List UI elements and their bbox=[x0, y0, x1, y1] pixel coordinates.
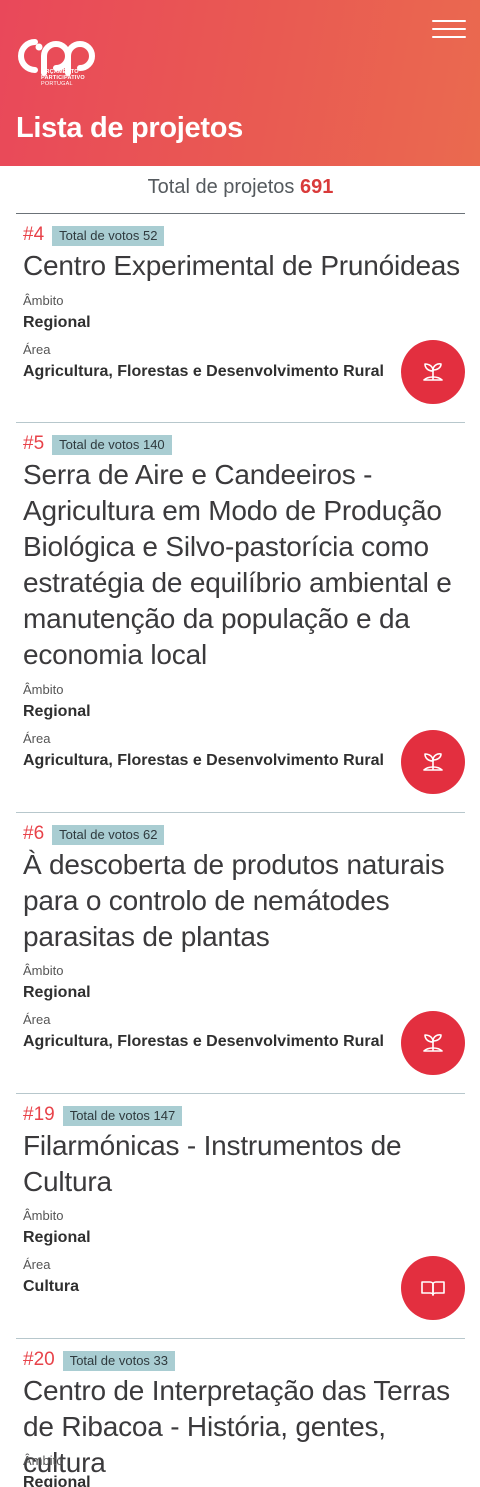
area-label: Área bbox=[23, 1012, 51, 1027]
project-title-line: estratégia de equilíbrio ambiental e bbox=[23, 567, 452, 598]
logo-line-3: PORTUGAL bbox=[41, 81, 73, 87]
page-title: Lista de projetos bbox=[16, 112, 243, 144]
area-sprout-button[interactable] bbox=[401, 1011, 465, 1075]
sprout-icon bbox=[423, 753, 443, 771]
ambito-value: Regional bbox=[23, 1474, 91, 1487]
ambito-label: Âmbito bbox=[23, 293, 64, 308]
project-title-line: de Ribacoa - História, gentes, cultura bbox=[23, 1411, 386, 1478]
area-value: Agricultura, Florestas e Desenvolvimento… bbox=[23, 363, 384, 380]
ambito-value: Regional bbox=[23, 703, 91, 720]
total-projects-label: Total de projetos bbox=[147, 176, 295, 198]
area-label: Área bbox=[23, 1257, 51, 1272]
project-title[interactable]: À descoberta de produtos naturais para o… bbox=[23, 847, 463, 955]
ambito-value: Regional bbox=[23, 314, 91, 331]
area-value: Agricultura, Florestas e Desenvolvimento… bbox=[23, 752, 384, 769]
project-title-line: Centro de Interpretação das Terras bbox=[23, 1375, 450, 1406]
project-title-line: manutenção da população e da bbox=[23, 603, 410, 634]
project-title[interactable]: Serra de Aire e Candeeiros - Agricultura… bbox=[23, 457, 463, 673]
area-label: Área bbox=[23, 342, 51, 357]
project-title[interactable]: Centro Experimental de Prunóideas bbox=[23, 248, 463, 284]
ambito-label: Âmbito bbox=[23, 963, 64, 978]
project-id: #4 bbox=[23, 224, 45, 245]
votes-badge: Total de votos 62 bbox=[52, 825, 165, 845]
ambito-label: Âmbito bbox=[23, 1208, 64, 1223]
project-card[interactable]: #20 Total de votos 33 Centro de Interpret… bbox=[16, 1339, 465, 1487]
project-card[interactable]: #19 Total de votos 147 Filarmónicas - Ins… bbox=[16, 1094, 465, 1339]
votes-badge: Total de votos 33 bbox=[62, 1351, 175, 1371]
project-title-line: Centro Experimental de Prunóideas bbox=[23, 250, 460, 281]
sprout-icon bbox=[423, 1034, 443, 1052]
total-projects: Total de projetos 691 bbox=[16, 170, 465, 214]
project-id: #20 bbox=[23, 1349, 55, 1370]
project-id: #6 bbox=[23, 823, 45, 844]
book-icon bbox=[421, 1281, 445, 1296]
project-card[interactable]: #4 Total de votos 52 Centro Experimental … bbox=[16, 214, 465, 423]
votes-badge: Total de votos 147 bbox=[62, 1106, 183, 1126]
area-value: Agricultura, Florestas e Desenvolvimento… bbox=[23, 1033, 384, 1050]
project-title-line: À descoberta de produtos naturais bbox=[23, 849, 445, 880]
ambito-label: Âmbito bbox=[23, 682, 64, 697]
logo-wordmark: ORÇAMENTO PARTICIPATIVO PORTUGAL bbox=[41, 69, 85, 87]
project-card[interactable]: #6 Total de votos 62 À descoberta de prod… bbox=[16, 813, 465, 1094]
project-card[interactable]: #5 Total de votos 140 Serra de Aire e Can… bbox=[16, 423, 465, 813]
total-projects-count: 691 bbox=[299, 176, 334, 198]
project-title[interactable]: Centro de Interpretação das Terras de Ri… bbox=[23, 1373, 472, 1481]
votes-badge: Total de votos 52 bbox=[52, 226, 165, 246]
sprout-icon bbox=[423, 363, 443, 381]
project-title-line: Serra de Aire e Candeeiros - bbox=[23, 459, 373, 490]
project-title-line: para o controlo de nemátodes bbox=[23, 885, 390, 916]
project-id: #5 bbox=[23, 433, 45, 454]
project-title-line: Agricultura em Modo de Produção bbox=[23, 495, 442, 526]
area-sprout-button[interactable] bbox=[401, 340, 465, 404]
ambito-value: Regional bbox=[23, 1229, 91, 1246]
hamburger-icon[interactable] bbox=[432, 20, 466, 42]
area-book-button[interactable] bbox=[401, 1256, 465, 1320]
ambito-label: Âmbito bbox=[23, 1453, 64, 1468]
area-sprout-button[interactable] bbox=[401, 730, 465, 794]
ambito-value: Regional bbox=[23, 984, 91, 1001]
project-id: #19 bbox=[23, 1104, 55, 1125]
votes-badge: Total de votos 140 bbox=[52, 435, 172, 455]
project-title-line: Cultura bbox=[23, 1166, 112, 1197]
app-header: ORÇAMENTO PARTICIPATIVO PORTUGAL Lista d… bbox=[0, 0, 480, 166]
project-title-line: Biológica e Silvo-pastorícia como bbox=[23, 531, 429, 562]
project-title-line: parasitas de plantas bbox=[23, 921, 270, 952]
area-value: Cultura bbox=[23, 1278, 79, 1295]
area-label: Área bbox=[23, 731, 51, 746]
project-title[interactable]: Filarmónicas - Instrumentos de Cultura bbox=[23, 1128, 463, 1200]
project-title-line: Filarmónicas - Instrumentos de bbox=[23, 1130, 402, 1161]
project-title-line: economia local bbox=[23, 639, 207, 670]
